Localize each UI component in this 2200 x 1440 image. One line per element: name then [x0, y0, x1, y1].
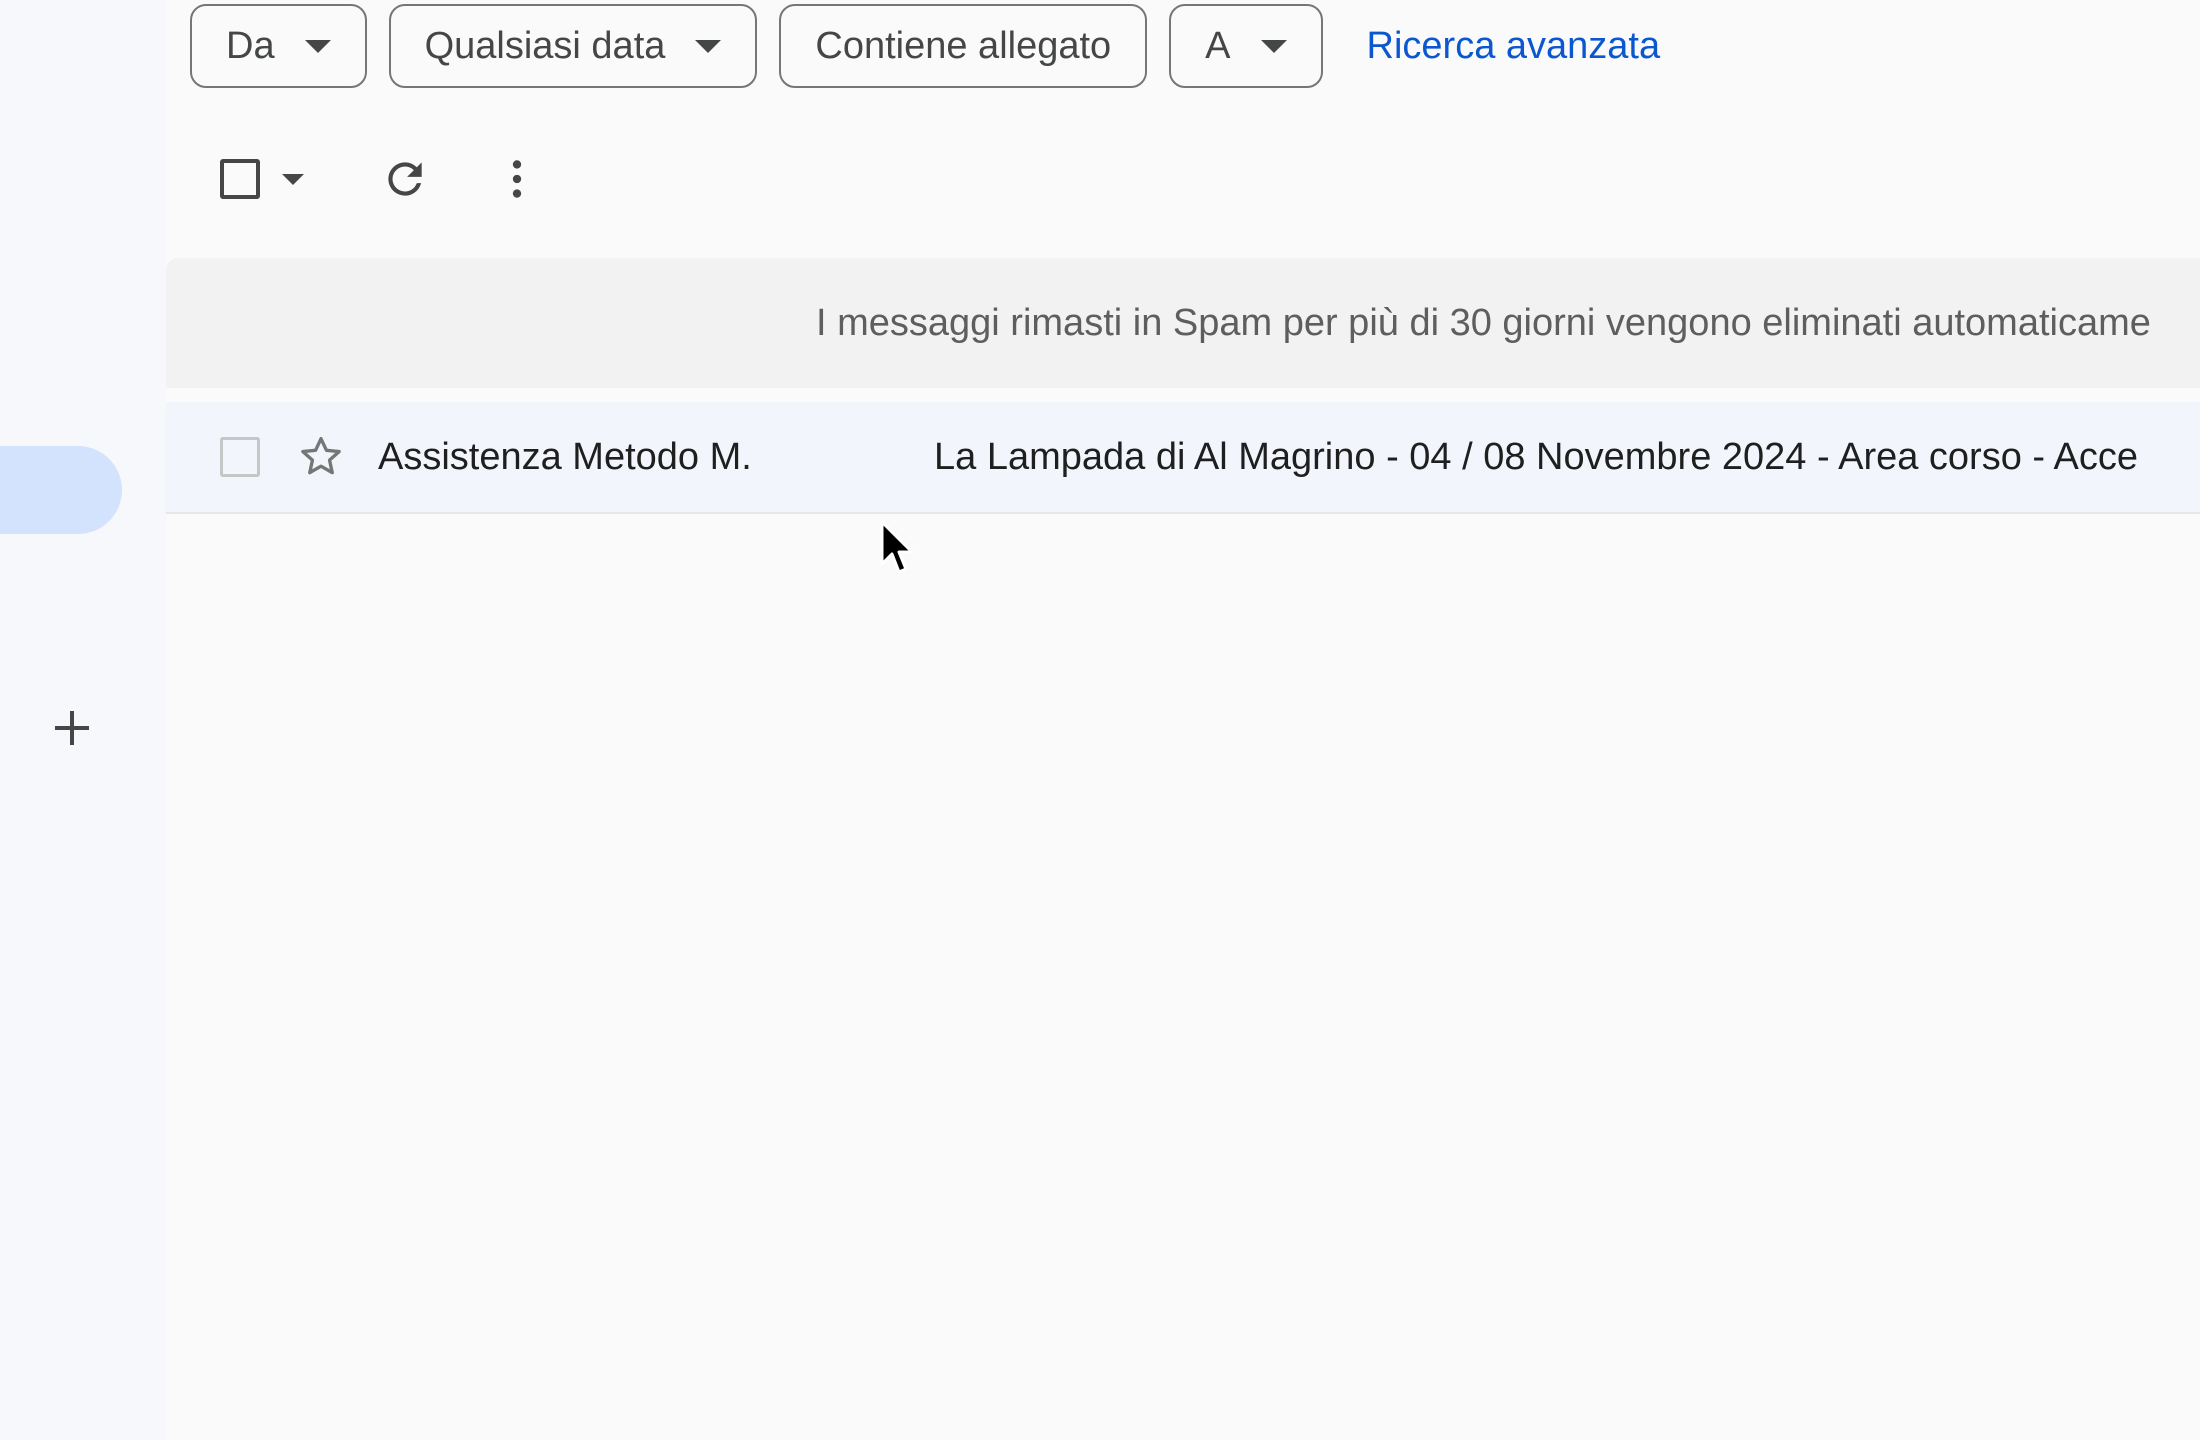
main-content: Da Qualsiasi data Contiene allegato A Ri… [166, 0, 2200, 1440]
add-label-button[interactable] [44, 700, 100, 756]
chevron-down-icon [695, 39, 722, 53]
message-select-checkbox[interactable] [220, 437, 260, 477]
spam-notice-text: I messaggi rimasti in Spam per più di 30… [816, 302, 2151, 344]
chevron-down-icon [1260, 39, 1287, 53]
filter-from-label: Da [226, 24, 275, 67]
filter-attachment-chip[interactable]: Contiene allegato [779, 4, 1148, 88]
active-nav-item[interactable] [0, 446, 122, 534]
mouse-cursor-icon [880, 520, 914, 574]
filter-to-label: A [1205, 24, 1231, 67]
left-rail [0, 0, 166, 1440]
refresh-icon[interactable] [380, 154, 430, 204]
filter-date-chip[interactable]: Qualsiasi data [388, 4, 758, 88]
select-all-checkbox[interactable] [220, 159, 260, 199]
star-icon[interactable] [296, 432, 346, 482]
list-toolbar [166, 130, 766, 230]
plus-icon [55, 711, 89, 745]
filter-date-label: Qualsiasi data [424, 24, 666, 67]
more-vert-icon[interactable] [492, 154, 542, 204]
filter-attachment-label: Contiene allegato [815, 24, 1112, 67]
message-subject: La Lampada di Al Magrino - 04 / 08 Novem… [934, 436, 2138, 478]
chevron-down-icon [304, 39, 331, 53]
select-options-chevron-icon[interactable] [282, 174, 304, 185]
advanced-search-link[interactable]: Ricerca avanzata [1367, 25, 1661, 68]
spam-notice-banner: I messaggi rimasti in Spam per più di 30… [166, 258, 2200, 388]
filter-from-chip[interactable]: Da [190, 4, 367, 88]
message-sender: Assistenza Metodo M. [378, 436, 752, 478]
search-filter-chips: Da Qualsiasi data Contiene allegato A Ri… [190, 2, 1660, 90]
message-row[interactable]: Assistenza Metodo M. La Lampada di Al Ma… [166, 402, 2200, 514]
filter-to-chip[interactable]: A [1169, 4, 1323, 88]
